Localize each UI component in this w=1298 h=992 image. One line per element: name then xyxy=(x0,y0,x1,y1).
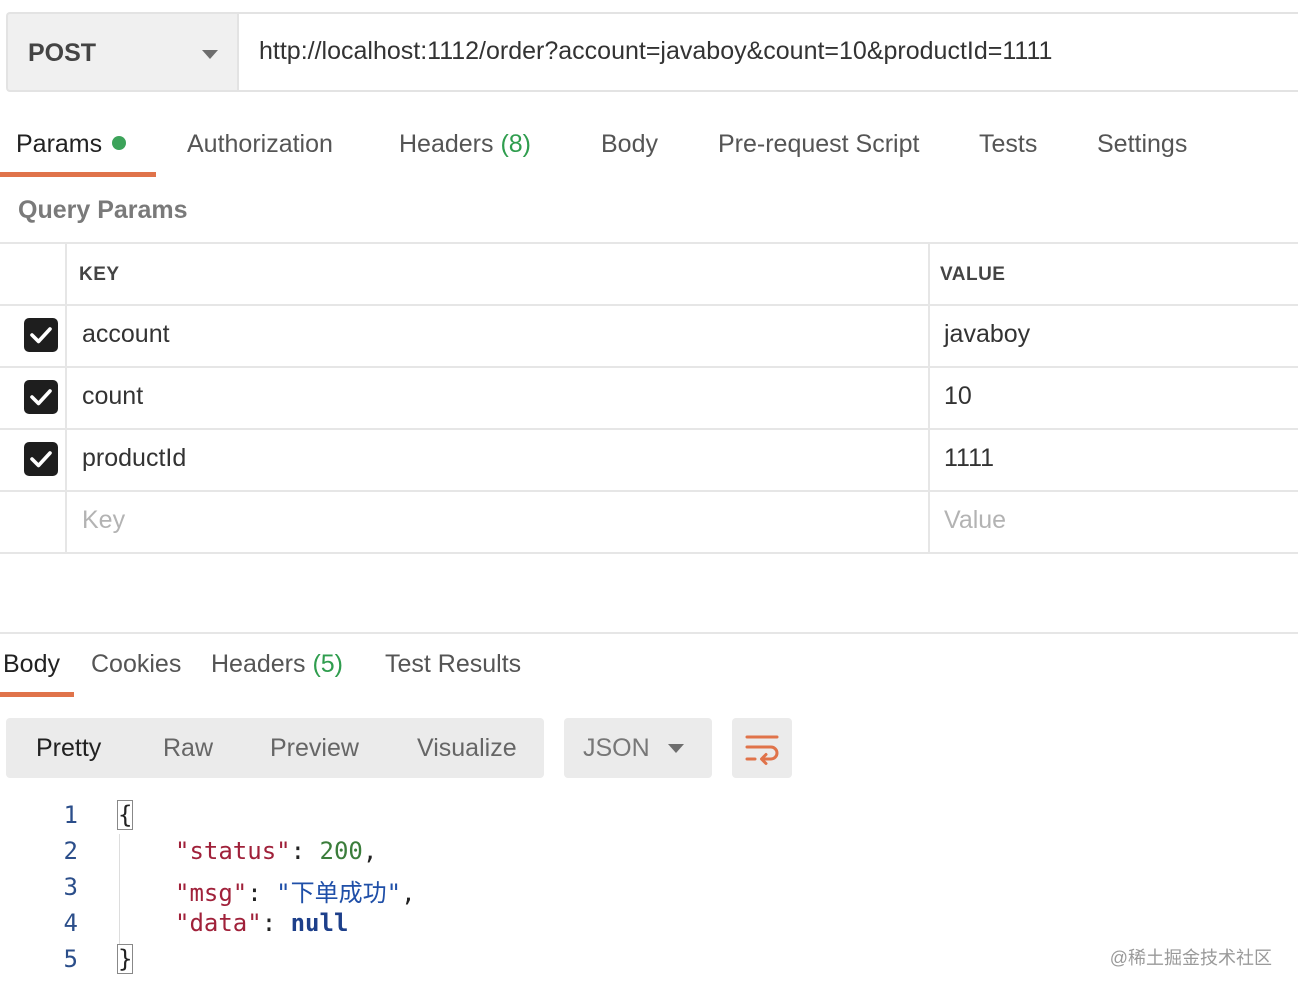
active-tab-indicator xyxy=(0,172,156,177)
tab-body-label: Body xyxy=(601,130,658,158)
code-line-status: "status": 200, xyxy=(175,837,378,865)
row-checkbox[interactable] xyxy=(24,380,58,414)
table-divider xyxy=(0,552,1298,554)
watermark: @稀土掘金技术社区 xyxy=(1109,948,1272,968)
chevron-down-icon xyxy=(668,744,684,753)
checkmark-icon xyxy=(30,327,52,344)
response-tab-test-results[interactable]: Test Results xyxy=(385,650,521,679)
code-line-msg: "msg": "下单成功", xyxy=(175,879,416,907)
table-divider xyxy=(0,490,1298,492)
response-active-tab-indicator xyxy=(0,692,74,697)
json-close-brace: } xyxy=(116,944,134,974)
method-label: POST xyxy=(28,39,97,67)
response-tab-headers-label: Headers xyxy=(211,650,306,678)
response-tab-body-label: Body xyxy=(3,650,60,678)
indent-guide xyxy=(119,834,120,944)
view-preview-button[interactable]: Preview xyxy=(270,734,359,763)
value-column-header: VALUE xyxy=(940,264,1006,285)
json-string: "下单成功" xyxy=(276,879,402,907)
param-key-cell[interactable]: productId xyxy=(82,444,186,473)
response-tab-test-results-label: Test Results xyxy=(385,650,522,678)
param-key-cell[interactable]: count xyxy=(82,382,143,411)
query-params-title: Query Params xyxy=(18,196,188,224)
tab-headers-count: (8) xyxy=(500,130,532,158)
table-divider xyxy=(0,428,1298,430)
table-column-divider xyxy=(928,242,930,554)
tab-authorization-label: Authorization xyxy=(187,130,333,158)
line-number: 1 xyxy=(63,801,78,829)
response-tab-cookies-label: Cookies xyxy=(91,650,182,678)
view-raw-button[interactable]: Raw xyxy=(163,734,213,763)
tab-settings[interactable]: Settings xyxy=(1097,130,1187,159)
url-text: http://localhost:1112/order?account=java… xyxy=(259,37,1053,65)
tab-params[interactable]: Params xyxy=(16,130,127,159)
view-visualize-button[interactable]: Visualize xyxy=(417,734,517,763)
param-key-cell[interactable]: account xyxy=(82,320,170,349)
tab-settings-label: Settings xyxy=(1097,130,1188,158)
json-number: 200 xyxy=(319,837,363,865)
row-checkbox[interactable] xyxy=(24,442,58,476)
url-input[interactable]: http://localhost:1112/order?account=java… xyxy=(237,12,1298,92)
json-open-brace: { xyxy=(116,800,134,830)
tab-body[interactable]: Body xyxy=(601,130,658,159)
checkmark-icon xyxy=(30,389,52,406)
view-pretty-button[interactable]: Pretty xyxy=(36,734,101,763)
tab-headers[interactable]: Headers (8) xyxy=(399,130,531,159)
json-key: "msg" xyxy=(175,879,248,907)
params-status-dot xyxy=(112,136,127,150)
line-number: 4 xyxy=(63,909,78,937)
json-key: "data" xyxy=(175,909,262,937)
tab-tests[interactable]: Tests xyxy=(979,130,1037,159)
response-divider xyxy=(0,632,1298,634)
key-column-header: KEY xyxy=(79,264,120,285)
line-number: 5 xyxy=(63,945,78,973)
json-null: null xyxy=(290,909,349,937)
new-key-input[interactable]: Key xyxy=(82,506,125,535)
text-wrap-icon xyxy=(745,735,779,765)
tab-pre-request-script-label: Pre-request Script xyxy=(718,130,920,158)
new-value-input[interactable]: Value xyxy=(944,506,1006,535)
response-tab-body[interactable]: Body xyxy=(3,650,60,679)
method-select[interactable]: POST xyxy=(6,12,238,92)
code-line-data: "data": null xyxy=(175,909,349,937)
line-number: 3 xyxy=(63,873,78,901)
table-column-divider xyxy=(65,242,67,554)
tab-headers-label: Headers xyxy=(399,130,494,158)
json-key: "status" xyxy=(175,837,291,865)
param-value-cell[interactable]: javaboy xyxy=(944,320,1030,349)
param-value-cell[interactable]: 10 xyxy=(944,382,972,411)
param-value-cell[interactable]: 1111 xyxy=(944,444,994,473)
table-divider xyxy=(0,304,1298,306)
tab-authorization[interactable]: Authorization xyxy=(187,130,333,159)
response-tab-cookies[interactable]: Cookies xyxy=(91,650,181,679)
format-label: JSON xyxy=(583,734,650,762)
checkmark-icon xyxy=(30,451,52,468)
tab-tests-label: Tests xyxy=(979,130,1038,158)
table-divider xyxy=(0,366,1298,368)
response-headers-count: (5) xyxy=(312,650,344,678)
line-number: 2 xyxy=(63,837,78,865)
chevron-down-icon xyxy=(202,50,218,59)
response-tab-headers[interactable]: Headers (5) xyxy=(211,650,343,679)
row-checkbox[interactable] xyxy=(24,318,58,352)
tab-params-label: Params xyxy=(16,130,103,158)
tab-pre-request-script[interactable]: Pre-request Script xyxy=(718,130,919,159)
table-divider xyxy=(0,242,1298,244)
wrap-lines-button[interactable] xyxy=(732,718,792,778)
